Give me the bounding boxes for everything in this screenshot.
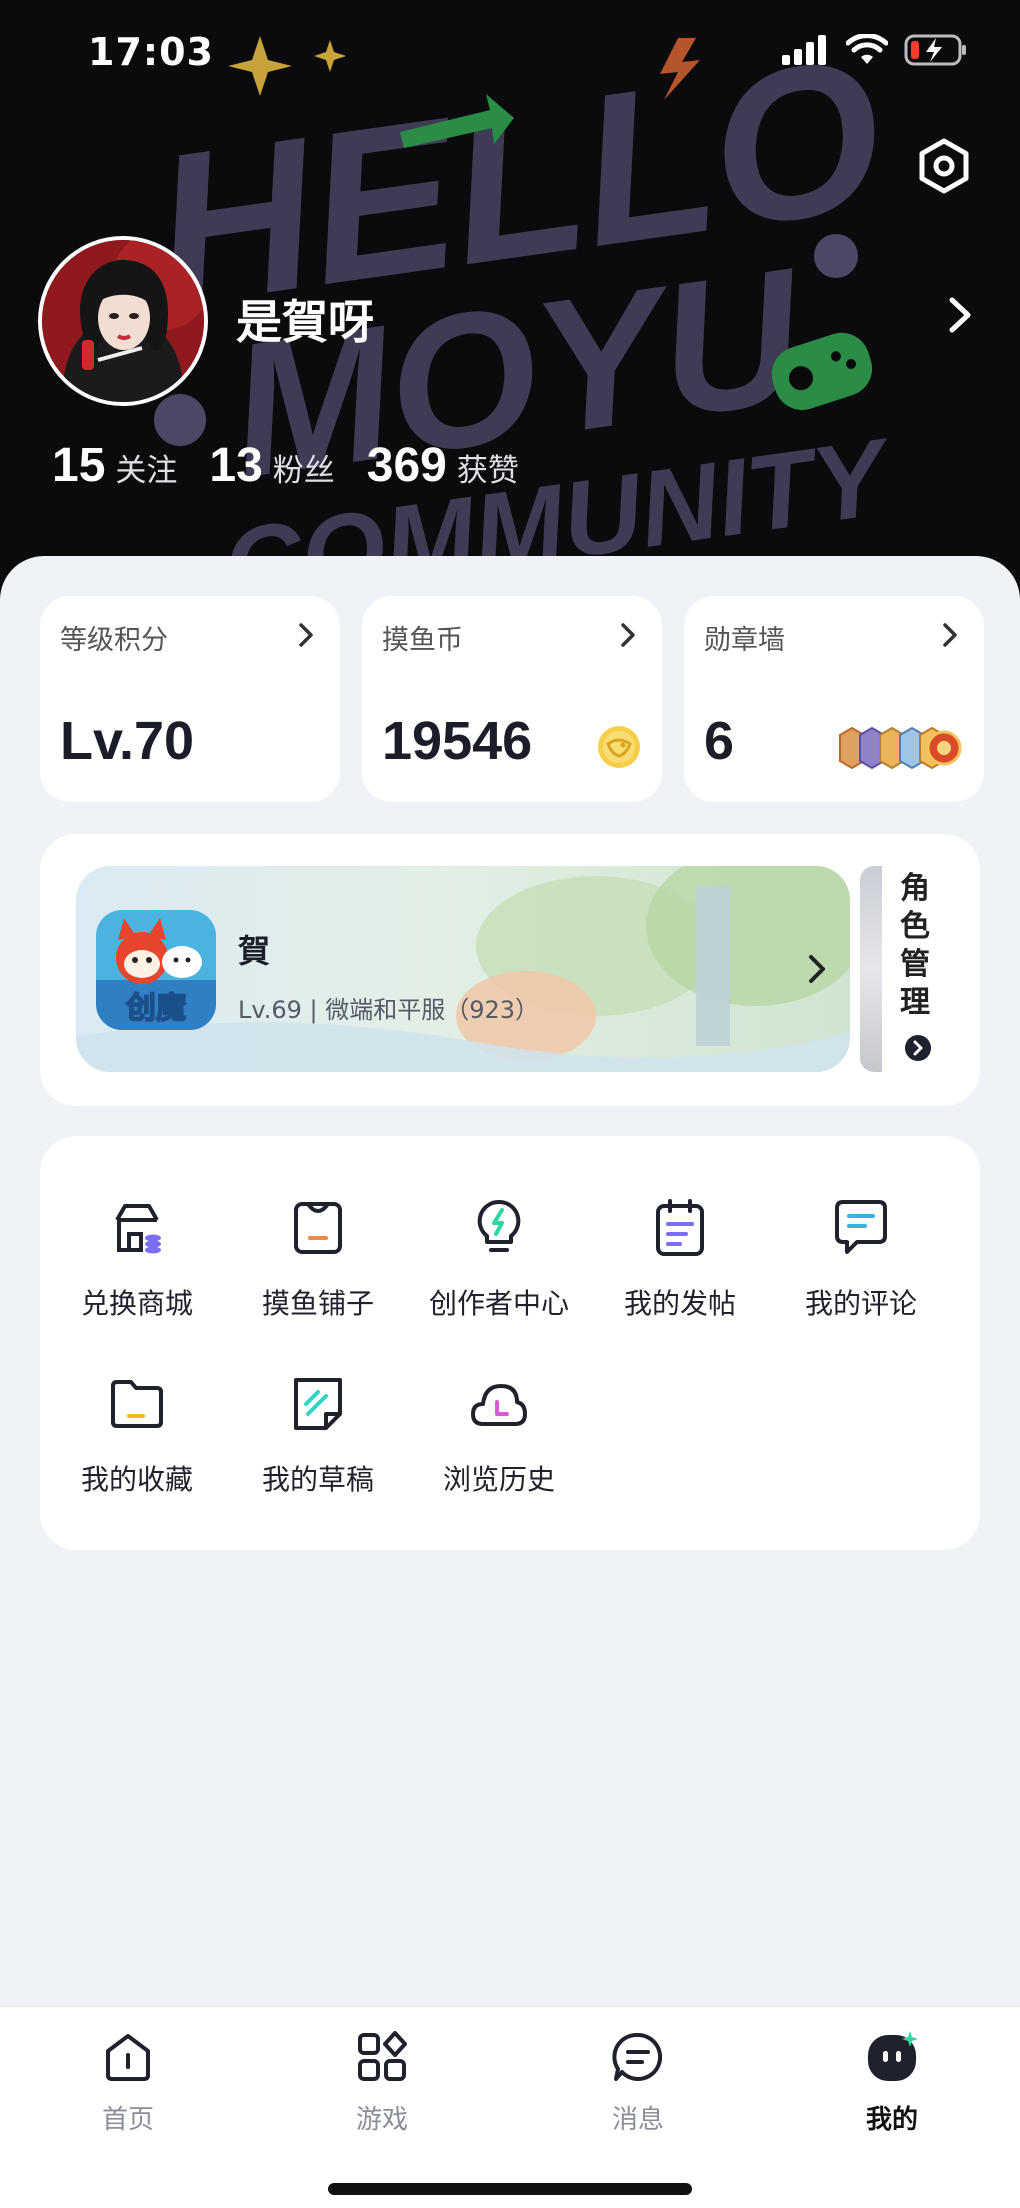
- store-bag-icon: [294, 1202, 342, 1254]
- message-icon: [612, 2032, 663, 2081]
- medals-icon: [839, 726, 962, 770]
- stat-following-label: 关注: [115, 453, 178, 489]
- level-value: Lv.70: [60, 711, 195, 771]
- status-time: 17:03: [88, 30, 214, 74]
- card-title: 摸鱼币: [382, 625, 463, 656]
- game-role-card[interactable]: 创魔 賀 Lv.69 | 微端和平服（923）: [76, 866, 850, 1072]
- role-manage-label: 角色管理: [900, 871, 930, 1020]
- role-server-info: Lv.69 | 微端和平服（923）: [238, 996, 540, 1024]
- menu-item-moyu-shop[interactable]: 摸鱼铺子: [233, 1198, 403, 1338]
- status-bar: 17:03: [0, 0, 1020, 110]
- folder-icon: [111, 1380, 163, 1428]
- wifi-icon: [846, 34, 888, 64]
- lightbulb-icon: [477, 1199, 521, 1252]
- menu-item-exchange-mall[interactable]: 兑换商城: [52, 1198, 222, 1338]
- tab-messages[interactable]: 消息: [568, 2031, 708, 2141]
- menu-label: 我的发帖: [623, 1287, 736, 1320]
- tab-label: 游戏: [355, 2105, 408, 2135]
- game-role-panel: 创魔 賀 Lv.69 | 微端和平服（923） 角色管理: [40, 834, 980, 1106]
- draft-icon: [294, 1378, 342, 1430]
- feature-menu: 兑换商城 摸鱼铺子 创作者中心 我的发帖 我的评论 我的收藏 我的草稿 浏览历史: [40, 1136, 980, 1550]
- card-title: 等级积分: [60, 625, 168, 656]
- tab-label: 消息: [611, 2105, 664, 2135]
- stat-followers-label: 粉丝: [272, 453, 335, 489]
- chevron-right-icon: [621, 623, 635, 647]
- content-sheet: 等级积分 Lv.70 摸鱼币 19546 勋章墙 6 创魔 賀 Lv.69 | …: [0, 556, 1020, 2006]
- medal-count: 6: [704, 711, 735, 771]
- profile-chevron-right-icon[interactable]: [940, 290, 980, 340]
- games-grid-icon: [358, 2031, 407, 2081]
- tab-home[interactable]: 首页: [58, 2031, 198, 2141]
- menu-label: 摸鱼铺子: [261, 1287, 374, 1320]
- menu-item-my-posts[interactable]: 我的发帖: [595, 1198, 765, 1338]
- chevron-right-icon: [809, 955, 825, 983]
- menu-item-creator-center[interactable]: 创作者中心: [414, 1198, 584, 1338]
- home-icon: [106, 2034, 150, 2081]
- shop-icon: [115, 1204, 161, 1254]
- stat-following[interactable]: 15 关注: [52, 438, 177, 493]
- menu-label: 我的评论: [804, 1287, 917, 1320]
- coin-icon: [598, 726, 640, 768]
- role-name: 賀: [238, 932, 271, 970]
- stat-likes-count: 369: [366, 439, 447, 492]
- stat-likes[interactable]: 369 获赞: [367, 438, 519, 493]
- bottom-tab-bar: 首页 游戏 消息 我的: [0, 2006, 1020, 2208]
- moyu-coin-card[interactable]: 摸鱼币 19546: [362, 596, 662, 802]
- game-icon-text: 创魔: [125, 991, 186, 1026]
- username[interactable]: 是賀呀: [236, 286, 374, 352]
- profile-face-icon: [868, 2031, 918, 2081]
- stat-followers[interactable]: 13 粉丝: [209, 438, 334, 493]
- arrow-circle-right-icon: [905, 1035, 931, 1061]
- chuangmo-game-icon: 创魔: [96, 910, 216, 1030]
- summary-cards: 等级积分 Lv.70 摸鱼币 19546 勋章墙 6: [40, 596, 984, 802]
- history-cloud-icon: [471, 1384, 527, 1426]
- chevron-right-icon: [299, 623, 313, 647]
- level-points-card[interactable]: 等级积分 Lv.70: [40, 596, 340, 802]
- stat-likes-label: 获赞: [456, 453, 519, 489]
- role-manage-button[interactable]: 角色管理: [860, 866, 980, 1072]
- menu-label: 我的收藏: [80, 1463, 193, 1496]
- post-note-icon: [656, 1199, 704, 1256]
- battery-charging-icon: [904, 34, 966, 66]
- avatar[interactable]: [38, 236, 208, 406]
- menu-item-my-favorites[interactable]: 我的收藏: [52, 1374, 222, 1514]
- menu-label: 我的草稿: [261, 1463, 374, 1496]
- chevron-right-icon: [943, 623, 957, 647]
- card-title: 勋章墙: [704, 625, 785, 656]
- coin-value: 19546: [382, 711, 533, 771]
- menu-label: 浏览历史: [442, 1463, 555, 1496]
- comment-icon: [835, 1200, 887, 1254]
- tab-label: 首页: [101, 2105, 154, 2135]
- tab-me[interactable]: 我的: [822, 2031, 962, 2141]
- tab-label: 我的: [865, 2105, 918, 2135]
- home-indicator: [328, 2183, 692, 2195]
- cellular-signal-icon: [782, 35, 826, 65]
- menu-item-my-comments[interactable]: 我的评论: [776, 1198, 946, 1338]
- avatar-illustration: [42, 240, 204, 402]
- stat-following-count: 15: [52, 439, 106, 492]
- settings-hexagon-icon: [919, 138, 969, 194]
- next-role-card-peek: [860, 866, 882, 1072]
- settings-button[interactable]: [908, 130, 980, 202]
- status-icons: [782, 34, 968, 66]
- tab-games[interactable]: 游戏: [312, 2031, 452, 2141]
- game-icon: 创魔: [96, 910, 216, 1030]
- medal-wall-card[interactable]: 勋章墙 6: [684, 596, 984, 802]
- profile-header: HELLO MOYU COMMUNITY 17:03 是賀呀 15 关注 13 …: [0, 0, 1020, 620]
- profile-stats: 15 关注 13 粉丝 369 获赞: [52, 438, 551, 493]
- menu-item-browsing-history[interactable]: 浏览历史: [414, 1374, 584, 1514]
- menu-item-my-drafts[interactable]: 我的草稿: [233, 1374, 403, 1514]
- menu-label: 创作者中心: [428, 1287, 569, 1320]
- stat-followers-count: 13: [209, 439, 263, 492]
- menu-label: 兑换商城: [80, 1287, 193, 1320]
